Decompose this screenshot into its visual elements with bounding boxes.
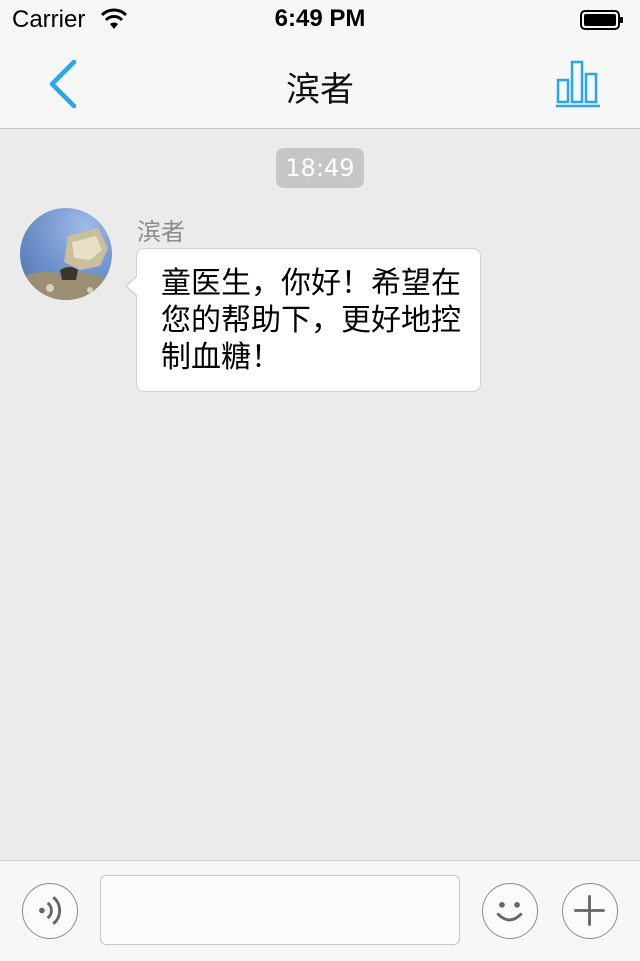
plus-icon (574, 895, 605, 926)
input-bar (0, 860, 640, 961)
message-bubble[interactable]: 童医生，你好！希望在您的帮助下，更好地控制血糖！ (125, 248, 481, 392)
page-title: 滨者 (286, 70, 354, 110)
status-bar: Carrier 6:49 PM (0, 0, 640, 40)
avatar[interactable] (20, 208, 112, 300)
nav-bar: 滨者 (0, 40, 640, 129)
stats-button[interactable] (554, 58, 602, 110)
status-time: 6:49 PM (274, 5, 366, 32)
message-text: 童医生，你好！希望在您的帮助下，更好地控制血糖！ (161, 266, 461, 375)
plus-button[interactable] (562, 883, 618, 939)
battery-icon (580, 10, 624, 30)
message-input[interactable] (100, 875, 460, 945)
bar-chart-icon (556, 60, 600, 108)
timestamp-badge: 18:49 (276, 148, 364, 188)
emoji-button[interactable] (482, 883, 538, 939)
voice-button[interactable] (22, 883, 78, 939)
voice-icon (39, 896, 61, 925)
emoji-icon (496, 901, 523, 922)
sender-name: 滨者 (137, 218, 185, 246)
